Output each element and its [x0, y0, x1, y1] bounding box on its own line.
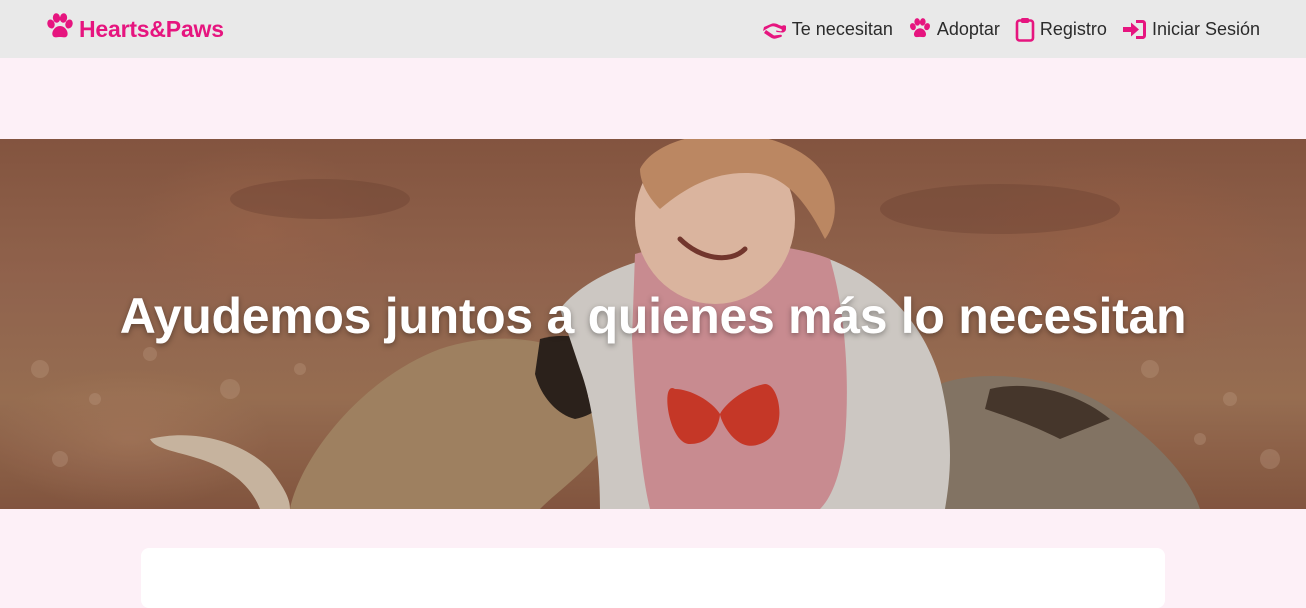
nav-item-label: Iniciar Sesión [1151, 18, 1260, 39]
nav-item-label: Registro [1039, 18, 1107, 39]
brand-name: Hearts&Paws [79, 15, 224, 42]
nav-links: Te necesitan Adoptar Registro Iniciar Se… [762, 17, 1260, 42]
content-card [141, 548, 1165, 608]
nav-item-iniciar-sesion[interactable]: Iniciar Sesión [1122, 19, 1260, 40]
helping-hand-icon [762, 18, 787, 40]
hero-title: Ayudemos juntos a quienes más lo necesit… [119, 288, 1187, 344]
paw-icon [45, 12, 75, 46]
navbar: Hearts&Paws Te necesitan Adoptar Registr… [0, 0, 1306, 58]
nav-item-adoptar[interactable]: Adoptar [908, 18, 1000, 40]
sign-in-icon [1122, 19, 1147, 40]
nav-item-registro[interactable]: Registro [1015, 17, 1107, 42]
clipboard-icon [1015, 17, 1035, 42]
brand-link[interactable]: Hearts&Paws [45, 12, 224, 46]
hero-banner: Ayudemos juntos a quienes más lo necesit… [0, 139, 1306, 509]
nav-item-label: Te necesitan [791, 18, 893, 39]
nav-item-label: Adoptar [936, 18, 1000, 39]
header-spacer [0, 58, 1306, 139]
paw-icon [908, 18, 932, 40]
nav-item-te-necesitan[interactable]: Te necesitan [762, 18, 893, 40]
